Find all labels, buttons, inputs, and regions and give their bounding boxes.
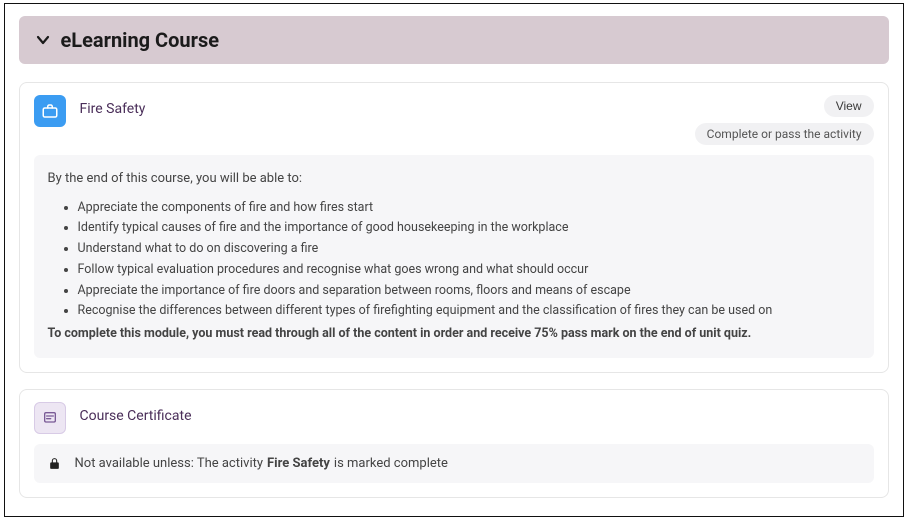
description-intro: By the end of this course, you will be a… (48, 169, 860, 189)
list-item: Follow typical evaluation procedures and… (78, 261, 860, 280)
section-title: eLearning Course (61, 28, 220, 52)
list-item: Recognise the differences between differ… (78, 302, 860, 321)
activity-card-certificate: Course Certificate Not available unless:… (19, 389, 889, 498)
completion-note: To complete this module, you must read t… (48, 325, 860, 344)
learning-objectives-list: Appreciate the components of fire and ho… (78, 199, 860, 322)
activity-card-fire-safety: Fire Safety View Complete or pass the ac… (19, 82, 889, 373)
lock-icon (48, 457, 61, 470)
activity-header: Fire Safety View Complete or pass the ac… (20, 83, 888, 155)
restriction-notice: Not available unless: The activity Fire … (34, 444, 874, 483)
list-item: Understand what to do on discovering a f… (78, 240, 860, 259)
activity-title-link[interactable]: Course Certificate (80, 408, 192, 424)
activity-description: By the end of this course, you will be a… (34, 155, 874, 358)
view-button[interactable]: View (824, 95, 874, 117)
section-header[interactable]: eLearning Course (19, 16, 889, 64)
activity-title-link[interactable]: Fire Safety (80, 101, 146, 117)
completion-status-badge: Complete or pass the activity (695, 123, 874, 145)
list-item: Appreciate the importance of fire doors … (78, 282, 860, 301)
restriction-activity-ref: Fire Safety (267, 456, 330, 471)
list-item: Identify typical causes of fire and the … (78, 219, 860, 238)
chevron-down-icon (35, 32, 51, 48)
course-section-container: eLearning Course Fire Safety View Comple… (4, 3, 904, 517)
restriction-prefix: Not available unless: The activity (75, 456, 264, 471)
activity-header-actions: View Complete or pass the activity (695, 95, 874, 145)
briefcase-icon (34, 95, 66, 127)
activity-header: Course Certificate (20, 390, 888, 444)
list-item: Appreciate the components of fire and ho… (78, 199, 860, 218)
restriction-suffix: is marked complete (334, 456, 448, 471)
certificate-icon (34, 402, 66, 434)
